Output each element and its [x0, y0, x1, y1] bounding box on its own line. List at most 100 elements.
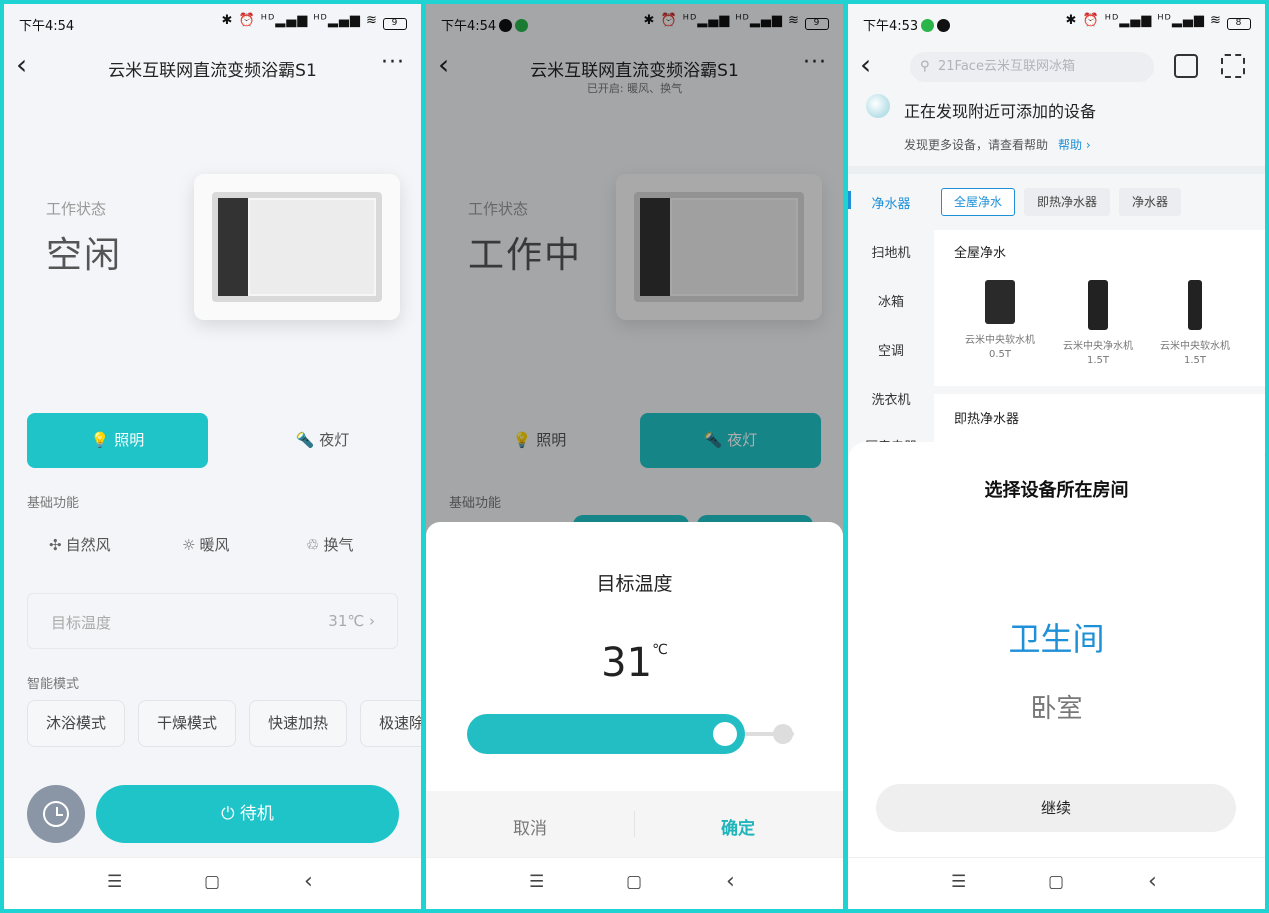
tab-night-light[interactable]: 🔦 夜灯 [232, 413, 413, 468]
wechat-icon [921, 19, 935, 32]
category-water-purifier[interactable]: 净水器 [848, 193, 934, 212]
slider-knob[interactable] [712, 722, 737, 746]
target-temp-label: 目标温度 [51, 614, 112, 632]
home-icon[interactable]: ▢ [626, 872, 642, 892]
back-icon[interactable]: ‹ [860, 50, 871, 80]
standby-button[interactable]: ⏻ 待机 [96, 785, 399, 843]
chevron-right-icon: › [369, 612, 375, 630]
timer-button[interactable] [27, 785, 85, 843]
page-title: 云米互联网直流变频浴霸S1 [108, 61, 317, 81]
func-label: 自然风 [65, 536, 111, 554]
func-label: 换气 [323, 536, 354, 554]
mode-quick-heat[interactable]: 快速加热 [249, 700, 348, 747]
search-icon: ⚲ [920, 59, 930, 74]
discover-title: 正在发现附近可添加的设备 [904, 102, 1097, 121]
clipboard-icon[interactable] [1174, 54, 1198, 78]
panel-title: 全屋净水 [954, 246, 1007, 261]
slider-end-dot [773, 724, 793, 744]
back-nav-icon[interactable]: ‹ [1148, 869, 1157, 894]
target-temp-value: 31℃ › [328, 612, 375, 630]
confirm-button[interactable]: 确定 [721, 814, 755, 839]
menu-icon[interactable]: ☰ [107, 872, 122, 892]
chip-purifier[interactable]: 净水器 [1119, 188, 1182, 216]
battery-icon: 8 [1227, 18, 1251, 30]
screen-device-idle: 下午4:54 ✱ ⏰ ᴴᴰ▂▄▆ ᴴᴰ▂▄▆ ≋ 9 ‹ 云米互联网直流变频浴霸… [4, 4, 421, 909]
search-placeholder: 21Face云米互联网冰箱 [938, 59, 1075, 74]
system-nav-bar: ☰ ▢ ‹ [848, 857, 1265, 909]
room-select-sheet: 选择设备所在房间 卫生间 卧室 继续 [848, 442, 1265, 857]
func-warm-wind[interactable]: ☼ 暖风 [182, 534, 229, 555]
bath-heater-image [194, 174, 400, 320]
status-indicators: ✱ ⏰ ᴴᴰ▂▄▆ ᴴᴰ▂▄▆ ≋ [1065, 13, 1222, 28]
work-state-value: 空闲 [46, 235, 123, 276]
home-icon[interactable]: ▢ [204, 872, 220, 892]
product-item[interactable]: 云米中央软水机1.5T [1155, 280, 1235, 368]
product-image [1088, 280, 1108, 330]
recycle-icon: ♲ [306, 536, 320, 554]
home-icon[interactable]: ▢ [1048, 872, 1064, 892]
room-option-selected[interactable]: 卫生间 [848, 614, 1265, 660]
product-panel-whole-house: 全屋净水 云米中央软水机0.5T 云米中央净水机1.5T 云米中央软水机1.5T [934, 230, 1265, 386]
sheet-title: 选择设备所在房间 [984, 480, 1129, 501]
slider-fill[interactable] [467, 714, 745, 754]
func-natural-wind[interactable]: ✣ 自然风 [49, 534, 111, 555]
room-option[interactable]: 卧室 [848, 688, 1265, 725]
tab-night-light-label: 夜灯 [319, 431, 350, 449]
scan-icon[interactable] [1221, 54, 1245, 78]
temp-number: 31 [601, 640, 653, 686]
status-time: 下午4:54 [19, 19, 75, 34]
help-row: 发现更多设备，请查看帮助 帮助 › [904, 136, 1091, 153]
panel-title: 即热净水器 [954, 412, 1020, 427]
power-icon: ⏻ [221, 804, 235, 824]
title-bar: ‹ 云米互联网直流变频浴霸S1 ··· [4, 44, 421, 94]
smart-modes-label: 智能模式 [27, 677, 80, 692]
product-name: 云米中央净水机1.5T [1063, 341, 1133, 366]
back-nav-icon[interactable]: ‹ [726, 869, 735, 894]
section-divider [848, 166, 1265, 174]
category-fridge[interactable]: 冰箱 [848, 291, 934, 310]
standby-label: 待机 [239, 804, 274, 824]
status-icons: ✱ ⏰ ᴴᴰ▂▄▆ ᴴᴰ▂▄▆ ≋ 8 [1065, 13, 1251, 30]
discover-icon [866, 94, 890, 118]
status-time-text: 下午4:53 [863, 19, 919, 34]
category-washer[interactable]: 洗衣机 [848, 389, 934, 408]
back-nav-icon[interactable]: ‹ [304, 869, 313, 894]
category-robot-vacuum[interactable]: 扫地机 [848, 242, 934, 261]
sheet-buttons: 取消 确定 [426, 791, 843, 857]
fan-icon: ✣ [49, 536, 62, 554]
target-temp-number: 31℃ [328, 612, 365, 630]
chip-instant-heat[interactable]: 即热净水器 [1024, 188, 1111, 216]
search-input[interactable]: ⚲ 21Face云米互联网冰箱 [910, 52, 1154, 82]
screen-target-temp: 下午4:54 ✱ ⏰ ᴴᴰ▂▄▆ ᴴᴰ▂▄▆ ≋ 9 ‹ 云米互联网直流变频浴霸… [426, 4, 843, 909]
func-label: 暖风 [199, 536, 230, 554]
chip-whole-house[interactable]: 全屋净水 [941, 188, 1016, 216]
target-temp-row[interactable]: 目标温度 31℃ › [27, 593, 398, 649]
help-link[interactable]: 帮助 › [1058, 138, 1091, 152]
product-item[interactable]: 云米中央软水机0.5T [960, 280, 1040, 362]
mode-bath[interactable]: 沐浴模式 [27, 700, 126, 747]
product-name: 云米中央软水机1.5T [1160, 341, 1230, 366]
status-time: 下午4:53 [863, 15, 951, 34]
mode-dry[interactable]: 干燥模式 [138, 700, 237, 747]
status-bar: 下午4:53 ✱ ⏰ ᴴᴰ▂▄▆ ᴴᴰ▂▄▆ ≋ 8 [848, 4, 1265, 42]
menu-icon[interactable]: ☰ [529, 872, 544, 892]
cancel-button[interactable]: 取消 [513, 814, 547, 839]
temp-value: 31℃ [426, 640, 843, 686]
func-ventilation[interactable]: ♲ 换气 [306, 534, 353, 555]
screen-room-select: 下午4:53 ✱ ⏰ ᴴᴰ▂▄▆ ᴴᴰ▂▄▆ ≋ 8 ‹ ⚲ 21Face云米互… [848, 4, 1265, 909]
clock-icon [43, 801, 69, 827]
status-indicators: ✱ ⏰ ᴴᴰ▂▄▆ ᴴᴰ▂▄▆ ≋ [221, 13, 378, 28]
category-air-conditioner[interactable]: 空调 [848, 340, 934, 359]
system-nav-bar: ☰ ▢ ‹ [426, 857, 843, 909]
menu-icon[interactable]: ☰ [951, 872, 966, 892]
continue-button[interactable]: 继续 [876, 784, 1236, 832]
flashlight-icon: 🔦 [295, 431, 315, 449]
status-bar: 下午4:54 ✱ ⏰ ᴴᴰ▂▄▆ ᴴᴰ▂▄▆ ≋ 9 [4, 4, 421, 42]
tab-lighting-label: 照明 [114, 431, 145, 449]
more-icon[interactable]: ··· [381, 50, 405, 75]
qq-icon [937, 19, 951, 32]
tab-lighting[interactable]: 💡 照明 [27, 413, 208, 468]
product-item[interactable]: 云米中央净水机1.5T [1058, 280, 1138, 368]
mode-fast-defog[interactable]: 极速除 [360, 700, 421, 747]
help-text: 发现更多设备，请查看帮助 [904, 138, 1049, 152]
